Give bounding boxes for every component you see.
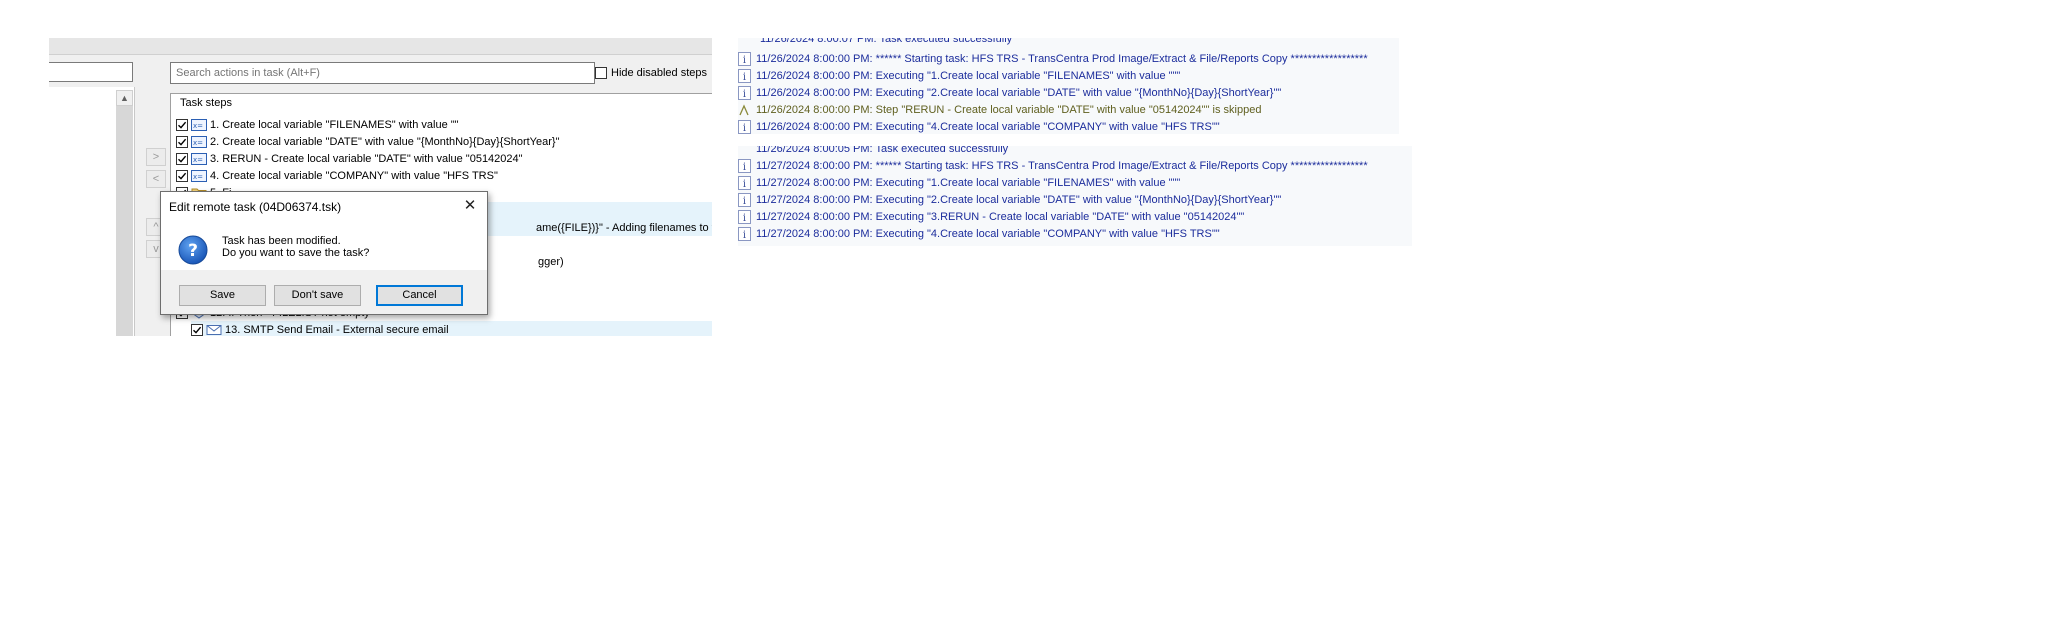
variable-icon: x=: [191, 152, 207, 165]
task-step-row[interactable]: x= 1. Create local variable "FILENAMES" …: [176, 116, 712, 133]
dialog-title: Edit remote task (04D06374.tsk): [169, 200, 342, 214]
log-line: 11/26/2024 8:00:05 PM: Task executed suc…: [756, 146, 1009, 155]
task-step-row[interactable]: x= 2. Create local variable "DATE" with …: [176, 133, 712, 150]
svg-text:i: i: [743, 179, 746, 190]
skip-icon: [739, 103, 749, 115]
log-line: i 11/27/2024 8:00:00 PM: Executing "2.Cr…: [738, 191, 1281, 208]
log-text: 11/27/2024 8:00:00 PM: ****** Starting t…: [756, 159, 1368, 172]
info-icon: i: [738, 68, 751, 83]
task-step-label: ame({FILE})}" - Adding filenames to vari…: [536, 221, 712, 234]
log-text: 11/27/2024 8:00:00 PM: Executing "3.RERU…: [756, 210, 1245, 223]
log-line: i 11/26/2024 8:00:00 PM: Executing "2.Cr…: [738, 84, 1281, 101]
info-icon: i: [738, 119, 751, 134]
task-step-row[interactable]: x= 3. RERUN - Create local variable "DAT…: [176, 150, 712, 167]
task-step-label: 2. Create local variable "DATE" with val…: [210, 135, 560, 148]
search-actions-input[interactable]: [170, 62, 595, 84]
move-left-button[interactable]: <: [146, 170, 166, 188]
info-icon: i: [738, 85, 751, 100]
variable-icon: x=: [191, 135, 207, 148]
log-text: 11/26/2024 8:00:00 PM: ****** Starting t…: [756, 52, 1368, 65]
dialog-message-line1: Task has been modified.: [222, 235, 341, 247]
log-line: 11/26/2024 8:00:07 PM: Task executed suc…: [760, 38, 1013, 45]
svg-text:i: i: [743, 123, 746, 134]
info-icon: i: [738, 209, 751, 224]
info-icon: i: [738, 226, 751, 241]
toolbar-strip: [49, 38, 712, 55]
chevron-down-icon: v: [153, 243, 159, 255]
svg-text:i: i: [743, 213, 746, 224]
svg-text:x=: x=: [193, 156, 203, 164]
hide-disabled-label: Hide disabled steps: [611, 67, 708, 79]
close-icon[interactable]: ✕: [461, 197, 479, 215]
task-tree-scrollbar[interactable]: [116, 90, 133, 336]
checkbox-checked-icon[interactable]: [191, 323, 203, 336]
log-line: 11/26/2024 8:00:00 PM: Step "RERUN - Cre…: [738, 101, 1261, 118]
dont-save-button[interactable]: Don't save: [274, 285, 361, 306]
checkbox-checked-icon[interactable]: [176, 169, 188, 182]
execution-log-2: 11/26/2024 8:00:05 PM: Task executed suc…: [738, 146, 1412, 246]
svg-text:i: i: [743, 162, 746, 173]
email-icon: [206, 324, 222, 335]
svg-text:i: i: [743, 89, 746, 100]
execution-log-1: 11/26/2024 8:00:07 PM: Task executed suc…: [738, 38, 1399, 134]
save-task-dialog: Edit remote task (04D06374.tsk) ✕ ? Task…: [160, 191, 488, 315]
question-icon: ?: [178, 235, 208, 265]
log-line: i 11/26/2024 8:00:00 PM: ****** Starting…: [738, 50, 1368, 67]
svg-text:i: i: [743, 230, 746, 241]
log-line: i 11/27/2024 8:00:00 PM: Executing "3.RE…: [738, 208, 1244, 225]
checkbox-icon[interactable]: [595, 67, 607, 79]
log-line: i 11/27/2024 8:00:00 PM: ****** Starting…: [738, 157, 1368, 174]
info-icon: i: [738, 175, 751, 190]
scroll-up-arrow-icon[interactable]: ▲: [116, 90, 133, 106]
checkbox-checked-icon[interactable]: [176, 152, 188, 165]
task-step-row[interactable]: x= 4. Create local variable "COMPANY" wi…: [176, 167, 712, 184]
log-text: 11/26/2024 8:00:00 PM: Step "RERUN - Cre…: [756, 103, 1262, 116]
task-steps-title: Task steps: [180, 97, 232, 109]
info-icon: i: [738, 192, 751, 207]
info-icon: i: [738, 51, 751, 66]
log-line: i 11/27/2024 8:00:00 PM: Executing "1.Cr…: [738, 174, 1180, 191]
task-step-row[interactable]: 13. SMTP Send Email - External secure em…: [191, 321, 712, 336]
checkbox-checked-icon[interactable]: [176, 118, 188, 131]
chevron-up-icon: ^: [153, 221, 159, 233]
save-button[interactable]: Save: [179, 285, 266, 306]
svg-text:i: i: [743, 196, 746, 207]
svg-text:?: ?: [188, 241, 198, 261]
variable-icon: x=: [191, 118, 207, 131]
filter-input[interactable]: [49, 62, 133, 82]
variable-icon: x=: [191, 169, 207, 182]
svg-text:x=: x=: [193, 139, 203, 147]
task-step-label: 3. RERUN - Create local variable "DATE" …: [210, 152, 523, 165]
log-text: 11/27/2024 8:00:00 PM: Executing "1.Crea…: [756, 176, 1181, 189]
move-right-button[interactable]: >: [146, 148, 166, 166]
task-step-label: 4. Create local variable "COMPANY" with …: [210, 169, 498, 182]
hide-disabled-steps-checkbox[interactable]: Hide disabled steps: [595, 65, 707, 81]
log-line: i 11/26/2024 8:00:00 PM: Executing "1.Cr…: [738, 67, 1180, 84]
svg-text:i: i: [743, 72, 746, 83]
log-line: i 11/26/2024 8:00:00 PM: Executing "4.Cr…: [738, 118, 1220, 134]
log-line: i 11/27/2024 8:00:00 PM: Executing "4.Cr…: [738, 225, 1220, 242]
log-text: 11/26/2024 8:00:00 PM: Executing "1.Crea…: [756, 69, 1181, 82]
chevron-right-icon: >: [152, 151, 160, 163]
checkbox-checked-icon[interactable]: [176, 135, 188, 148]
chevron-left-icon: <: [152, 173, 160, 185]
task-step-label: gger): [538, 255, 564, 268]
log-text: 11/27/2024 8:00:00 PM: Executing "4.Crea…: [756, 227, 1220, 240]
log-text: 11/26/2024 8:00:00 PM: Executing "2.Crea…: [756, 86, 1282, 99]
cancel-button[interactable]: Cancel: [376, 285, 463, 306]
svg-text:x=: x=: [193, 173, 203, 181]
log-text: 11/27/2024 8:00:00 PM: Executing "2.Crea…: [756, 193, 1282, 206]
task-step-label: 13. SMTP Send Email - External secure em…: [225, 323, 449, 336]
log-text: 11/26/2024 8:00:00 PM: Executing "4.Crea…: [756, 120, 1220, 133]
svg-text:i: i: [743, 55, 746, 66]
svg-text:x=: x=: [193, 122, 203, 130]
info-icon: i: [738, 158, 751, 173]
task-step-label: 1. Create local variable "FILENAMES" wit…: [210, 118, 459, 131]
dialog-message-line2: Do you want to save the task?: [222, 247, 370, 259]
